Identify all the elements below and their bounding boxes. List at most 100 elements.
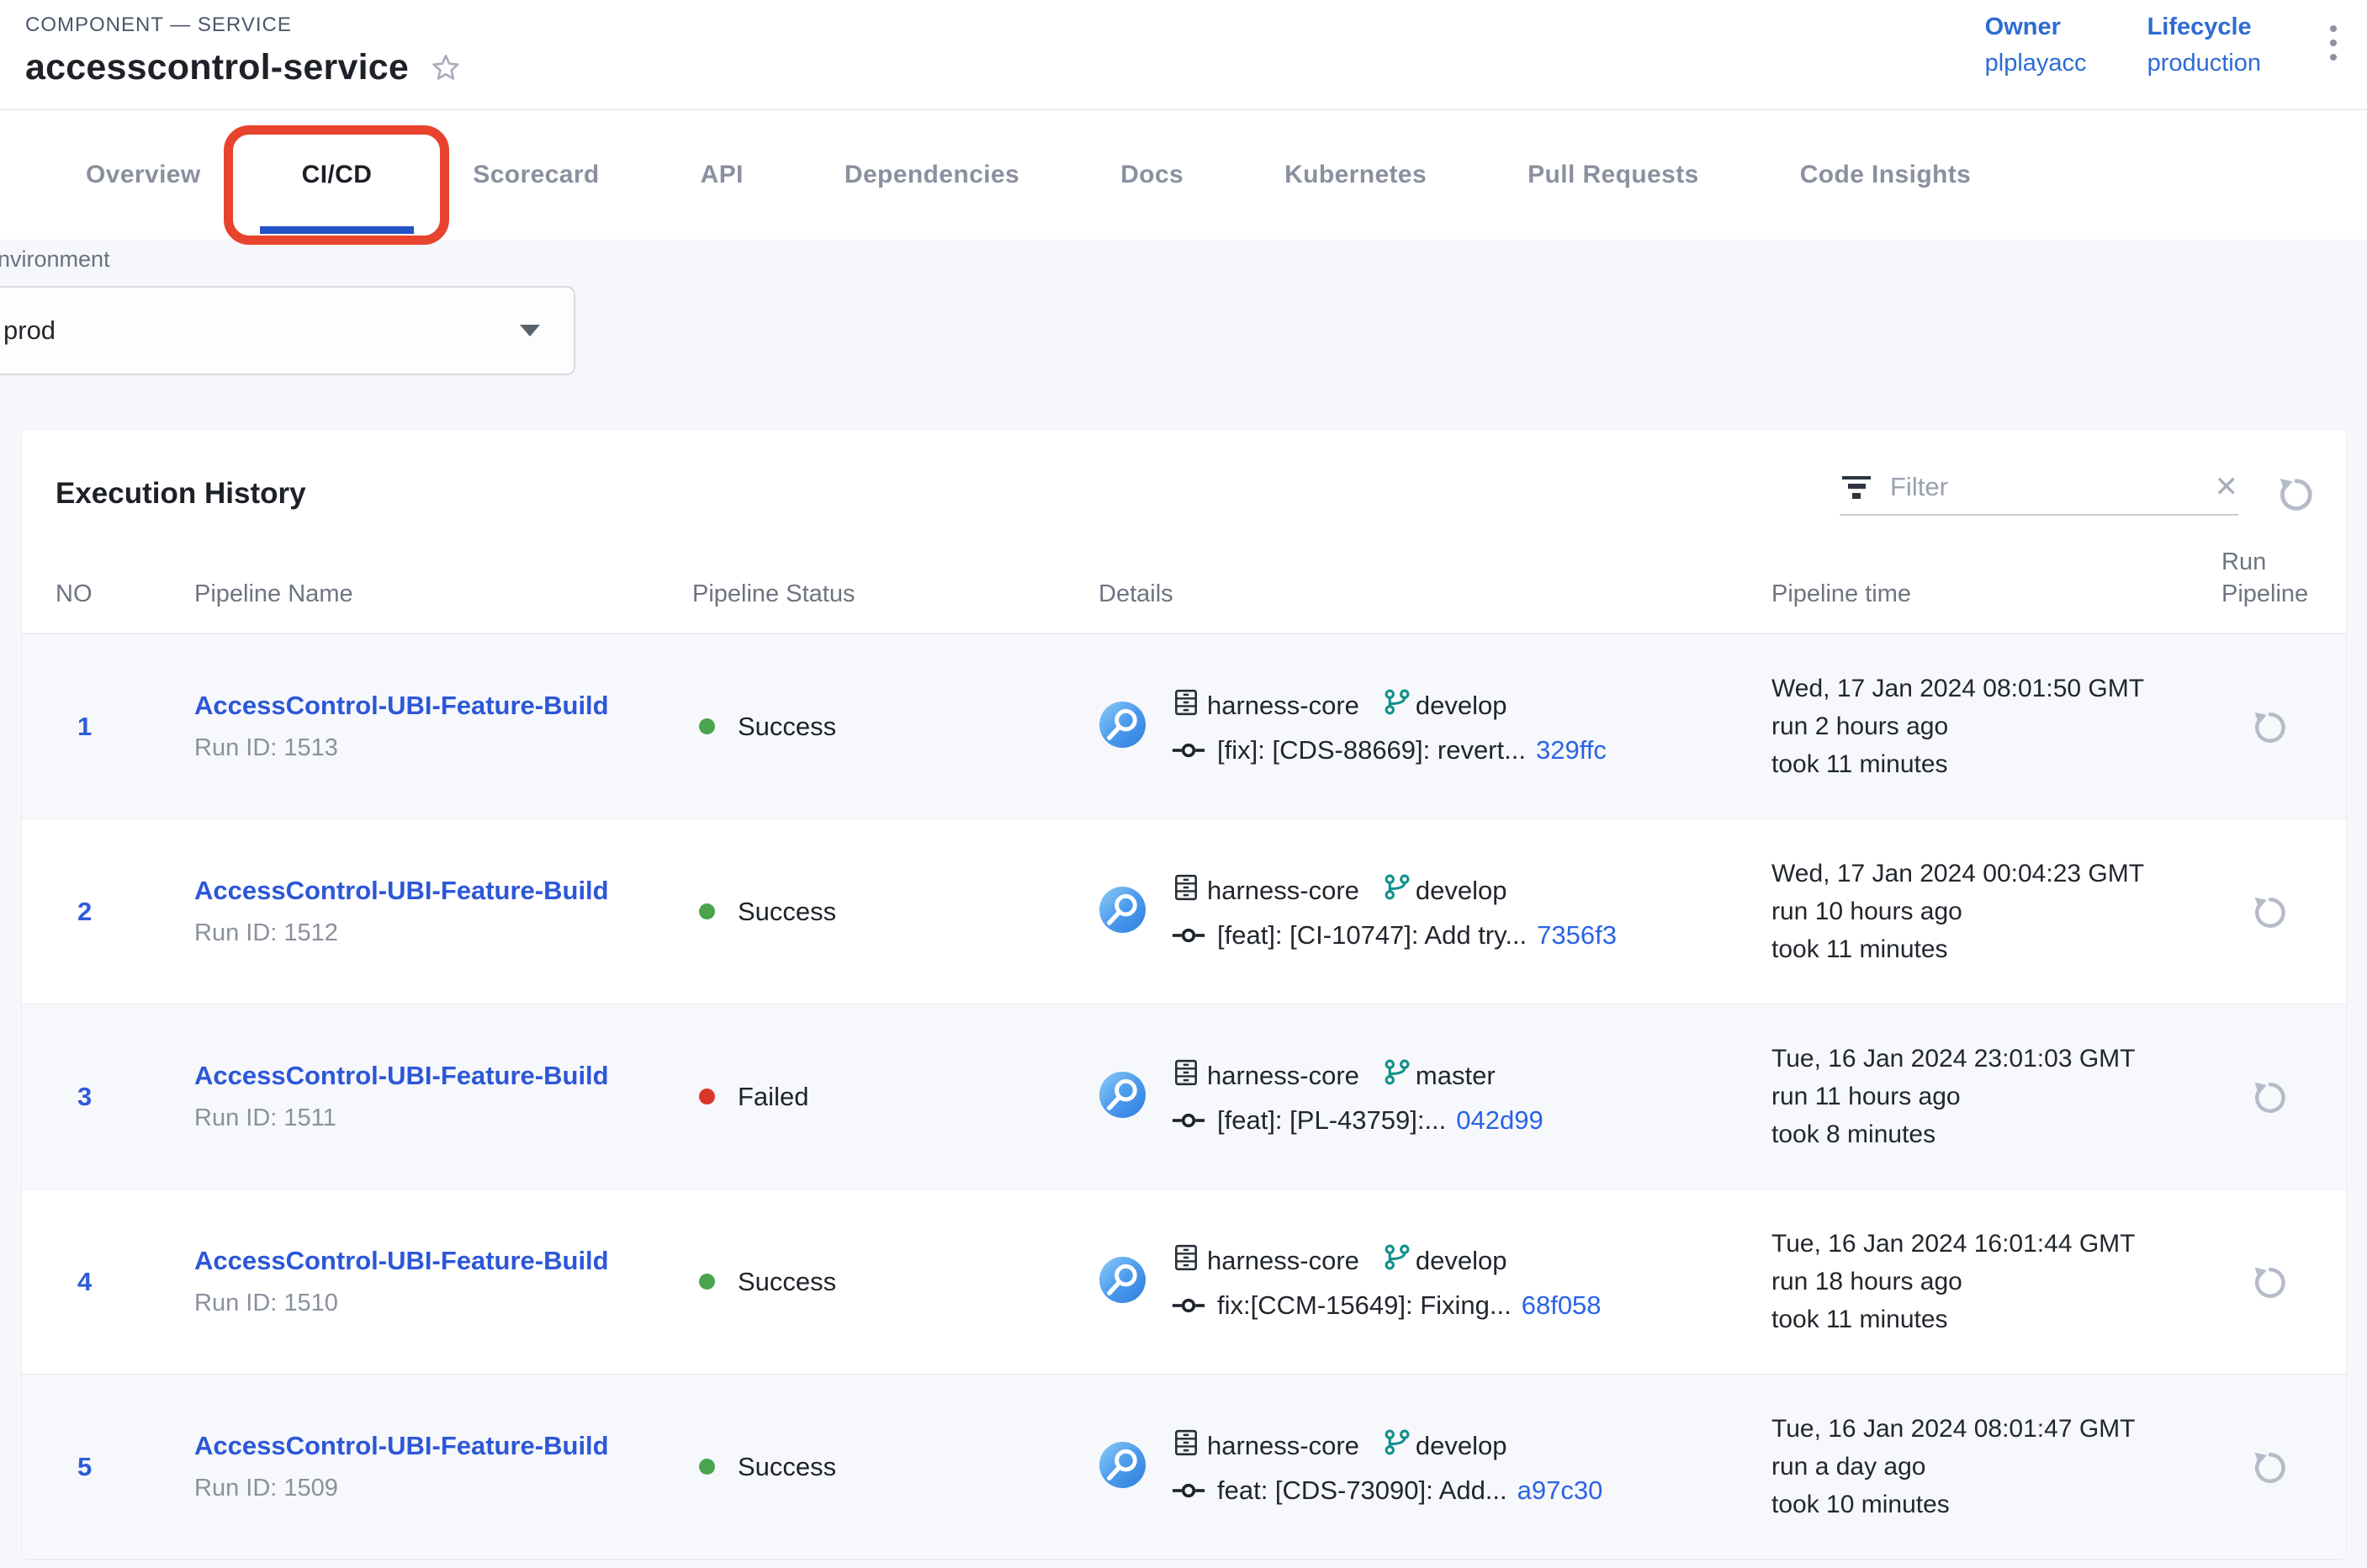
- commit-hash-link[interactable]: 329ffc: [1536, 735, 1607, 765]
- status-label: Success: [738, 1452, 836, 1482]
- filter-input[interactable]: [1890, 472, 2198, 502]
- pipeline-time-cell: Wed, 17 Jan 2024 00:04:23 GMT run 10 hou…: [1771, 855, 2221, 968]
- commit-line: feat: [CDS-73090]: Add... a97c30: [1172, 1475, 1602, 1506]
- pipeline-time-cell: Tue, 16 Jan 2024 08:01:47 GMT run a day …: [1771, 1410, 2221, 1523]
- git-commit-icon: [1172, 735, 1205, 765]
- refresh-icon[interactable]: [2277, 474, 2317, 514]
- commit-message: [feat]: [PL-43759]:...: [1217, 1105, 1446, 1136]
- owner-link[interactable]: plplayacc: [1985, 50, 2087, 77]
- pipeline-ran-ago: run 2 hours ago: [1771, 707, 2221, 745]
- table-row: 5 AccessControl-UBI-Feature-Build Run ID…: [22, 1375, 2346, 1560]
- pipeline-name-link[interactable]: AccessControl-UBI-Feature-Build: [194, 691, 609, 721]
- table-row: 2 AccessControl-UBI-Feature-Build Run ID…: [22, 819, 2346, 1004]
- commit-hash-link[interactable]: a97c30: [1517, 1475, 1603, 1506]
- status-label: Failed: [738, 1082, 808, 1112]
- tab-docs[interactable]: Docs: [1070, 110, 1234, 240]
- favorite-star-icon[interactable]: [429, 51, 463, 85]
- pipeline-timestamp: Wed, 17 Jan 2024 00:04:23 GMT: [1771, 855, 2221, 893]
- pipeline-execution-icon[interactable]: [1099, 1441, 1146, 1493]
- repo-branch-line: harness-core develop: [1172, 1243, 1602, 1279]
- commit-line: fix:[CCM-15649]: Fixing... 68f058: [1172, 1290, 1602, 1321]
- rerun-pipeline-icon[interactable]: [2252, 707, 2290, 746]
- repository-icon: [1172, 688, 1200, 723]
- pipeline-timestamp: Tue, 16 Jan 2024 08:01:47 GMT: [1771, 1410, 2221, 1448]
- pipeline-execution-icon[interactable]: [1099, 701, 1146, 753]
- tab-code-insights[interactable]: Code Insights: [1750, 110, 2022, 240]
- git-commit-icon: [1172, 1475, 1205, 1506]
- status-label: Success: [738, 1267, 836, 1297]
- table-row: 4 AccessControl-UBI-Feature-Build Run ID…: [22, 1189, 2346, 1375]
- pipeline-time-cell: Wed, 17 Jan 2024 08:01:50 GMT run 2 hour…: [1771, 670, 2221, 783]
- pipeline-ran-ago: run 11 hours ago: [1771, 1078, 2221, 1115]
- owner-block: Owner plplayacc: [1985, 13, 2087, 77]
- run-id: Run ID: 1512: [194, 919, 692, 947]
- details-cell: harness-core develop: [1099, 688, 1771, 765]
- tab-pull-requests[interactable]: Pull Requests: [1477, 110, 1750, 240]
- status-label: Success: [738, 897, 836, 927]
- pipeline-ran-ago: run 18 hours ago: [1771, 1263, 2221, 1300]
- repo-branch-line: harness-core develop: [1172, 1428, 1602, 1464]
- environment-selected-value: prod: [3, 315, 56, 346]
- git-branch-icon: [1383, 1058, 1411, 1093]
- commit-hash-link[interactable]: 042d99: [1456, 1105, 1543, 1136]
- filter-icon: [1840, 476, 1873, 499]
- col-pipeline-status: Pipeline Status: [692, 578, 1099, 633]
- rerun-pipeline-icon[interactable]: [2252, 1078, 2290, 1116]
- page-title: accesscontrol-service: [25, 47, 409, 88]
- table-row: 3 AccessControl-UBI-Feature-Build Run ID…: [22, 1004, 2346, 1189]
- table-header: NO Pipeline Name Pipeline Status Details…: [22, 546, 2346, 634]
- repository-icon: [1172, 1243, 1200, 1279]
- pipeline-name-link[interactable]: AccessControl-UBI-Feature-Build: [194, 1061, 609, 1091]
- execution-history-panel: Execution History ✕ NO Pipeline Name Pip…: [21, 429, 2347, 1560]
- lifecycle-block: Lifecycle production: [2147, 13, 2261, 77]
- tab-cicd[interactable]: CI/CD: [252, 110, 423, 240]
- environment-select[interactable]: prod: [0, 286, 575, 375]
- filter-box: ✕: [1840, 472, 2238, 516]
- rerun-pipeline-icon[interactable]: [2252, 1448, 2290, 1486]
- branch-name: develop: [1416, 876, 1507, 906]
- tab-scorecard[interactable]: Scorecard: [422, 110, 649, 240]
- clear-filter-icon[interactable]: ✕: [2215, 473, 2239, 501]
- pipeline-ran-ago: run a day ago: [1771, 1448, 2221, 1486]
- col-details: Details: [1099, 578, 1771, 633]
- pipeline-name-cell: AccessControl-UBI-Feature-Build Run ID: …: [194, 691, 692, 762]
- row-number: 1: [56, 712, 194, 742]
- repository-icon: [1172, 1058, 1200, 1094]
- git-branch-icon: [1383, 873, 1411, 908]
- col-no: NO: [56, 578, 194, 633]
- pipeline-timestamp: Tue, 16 Jan 2024 23:01:03 GMT: [1771, 1040, 2221, 1078]
- repository-icon: [1172, 1428, 1200, 1464]
- pipeline-name-link[interactable]: AccessControl-UBI-Feature-Build: [194, 1431, 609, 1461]
- repo-name: harness-core: [1207, 876, 1359, 906]
- lifecycle-value: production: [2147, 50, 2261, 77]
- pipeline-execution-icon[interactable]: [1099, 1256, 1146, 1308]
- tab-overview[interactable]: Overview: [35, 110, 252, 240]
- more-options-icon[interactable]: [2322, 13, 2345, 72]
- git-commit-icon: [1172, 1105, 1205, 1136]
- branch-name: develop: [1416, 1246, 1507, 1276]
- tab-api[interactable]: API: [650, 110, 794, 240]
- col-pipeline-name: Pipeline Name: [194, 578, 692, 633]
- page-header: COMPONENT — SERVICE accesscontrol-servic…: [0, 0, 2367, 110]
- pipeline-timestamp: Tue, 16 Jan 2024 16:01:44 GMT: [1771, 1225, 2221, 1263]
- git-branch-icon: [1383, 688, 1411, 723]
- repo-name: harness-core: [1207, 1061, 1359, 1091]
- tab-dependencies[interactable]: Dependencies: [794, 110, 1070, 240]
- git-branch-icon: [1383, 1428, 1411, 1463]
- repository-icon: [1172, 873, 1200, 908]
- pipeline-execution-icon[interactable]: [1099, 1071, 1146, 1123]
- pipeline-name-link[interactable]: AccessControl-UBI-Feature-Build: [194, 876, 609, 906]
- run-id: Run ID: 1510: [194, 1290, 692, 1317]
- commit-line: [feat]: [PL-43759]:... 042d99: [1172, 1105, 1544, 1136]
- pipeline-status-cell: Failed: [692, 1082, 1099, 1112]
- lifecycle-label: Lifecycle: [2147, 13, 2261, 41]
- run-id: Run ID: 1509: [194, 1475, 692, 1502]
- pipeline-execution-icon[interactable]: [1099, 886, 1146, 938]
- rerun-pipeline-icon[interactable]: [2252, 893, 2290, 931]
- tab-kubernetes[interactable]: Kubernetes: [1234, 110, 1477, 240]
- rerun-pipeline-icon[interactable]: [2252, 1263, 2290, 1301]
- environment-section: Environment prod: [0, 240, 2367, 375]
- commit-hash-link[interactable]: 7356f3: [1537, 920, 1617, 951]
- pipeline-name-link[interactable]: AccessControl-UBI-Feature-Build: [194, 1246, 609, 1276]
- commit-hash-link[interactable]: 68f058: [1522, 1290, 1602, 1321]
